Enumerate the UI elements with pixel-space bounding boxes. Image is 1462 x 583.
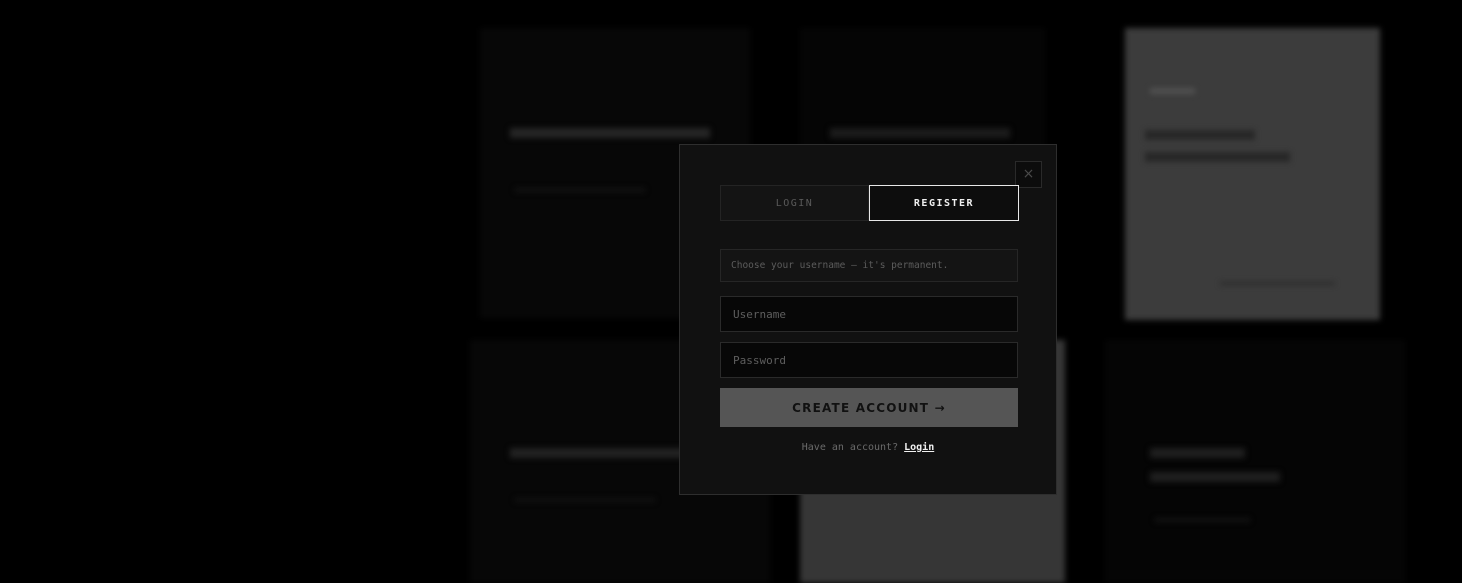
- background-text-line: [830, 128, 1010, 138]
- background-card: [1105, 340, 1405, 583]
- background-text-line: [1145, 152, 1290, 162]
- background-text-line: [510, 448, 690, 458]
- tab-register[interactable]: REGISTER: [869, 185, 1019, 221]
- background-text-line: [515, 498, 655, 502]
- auth-tabs: LOGIN REGISTER: [720, 185, 1019, 221]
- background-text-line: [515, 188, 645, 192]
- background-text-line: [510, 128, 710, 138]
- background-text-line: [1150, 448, 1245, 458]
- create-account-button[interactable]: CREATE ACCOUNT →: [720, 388, 1018, 427]
- background-text-line: [1155, 518, 1250, 522]
- background-text-line: [1150, 472, 1280, 482]
- username-notice: Choose your username — it's permanent.: [720, 249, 1018, 282]
- login-prompt-text: Have an account?: [801, 442, 899, 453]
- background-text-line: [1220, 282, 1335, 285]
- tab-login[interactable]: LOGIN: [720, 185, 869, 221]
- username-input[interactable]: [720, 296, 1018, 332]
- background-text-line: [1150, 88, 1195, 94]
- login-link[interactable]: Login: [904, 442, 934, 453]
- close-icon[interactable]: ×: [1015, 161, 1042, 188]
- background-text-line: [1145, 130, 1255, 140]
- password-input[interactable]: [720, 342, 1018, 378]
- background-card: [1125, 28, 1380, 320]
- login-prompt: Have an account? Login: [680, 442, 1056, 453]
- auth-modal: × LOGIN REGISTER Choose your username — …: [679, 144, 1057, 495]
